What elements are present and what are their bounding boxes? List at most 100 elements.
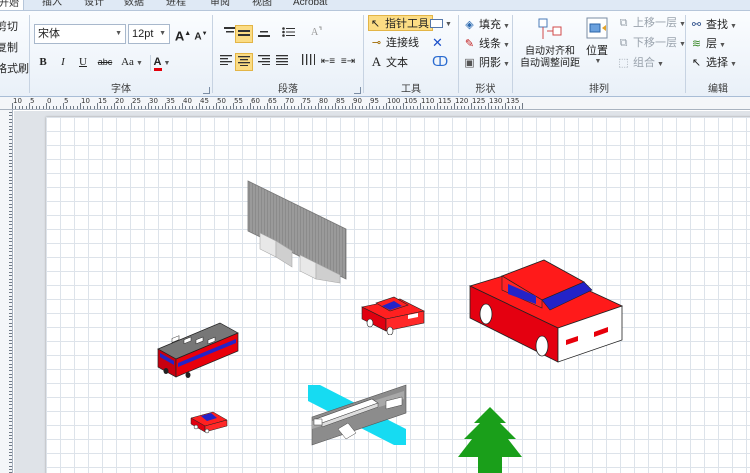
ruler-number: 100 xyxy=(387,97,401,105)
ruler-tick xyxy=(314,106,316,109)
bridge-shape[interactable] xyxy=(306,381,410,461)
ruler-number: 115 xyxy=(438,97,452,105)
justify-icon xyxy=(276,55,288,65)
ruler-tick xyxy=(120,106,122,109)
paragraph-group-label: 段落 xyxy=(278,84,298,95)
shadow-button[interactable]: ▣ 阴影 ▼ xyxy=(463,55,510,71)
select-button[interactable]: ↖ 选择 ▼ xyxy=(690,55,737,71)
ruler-tick xyxy=(9,190,12,192)
distribute-button[interactable] xyxy=(299,53,317,71)
font-dialog-launcher-icon[interactable] xyxy=(203,87,210,94)
ruler-tick xyxy=(331,106,333,109)
align-middle-button[interactable] xyxy=(235,25,253,43)
bring-forward-label: 上移一层 xyxy=(633,17,677,29)
align-right-button[interactable] xyxy=(255,53,273,71)
vertical-ruler[interactable] xyxy=(0,110,13,473)
ruler-tick xyxy=(297,106,299,109)
ruler-tick xyxy=(161,106,163,109)
tab-insert[interactable]: 插入 xyxy=(42,0,62,10)
underline-icon: U xyxy=(79,56,87,68)
bus-shape[interactable] xyxy=(156,319,240,381)
auto-align-button[interactable]: 自动对齐和 自动调整间距 xyxy=(515,15,585,79)
tree-shape[interactable] xyxy=(458,405,522,473)
change-case-button[interactable]: Aa ▼ xyxy=(118,53,146,71)
bullets-button[interactable] xyxy=(279,25,297,43)
ruler-tick xyxy=(9,292,12,294)
arrange-group-label: 排列 xyxy=(589,84,609,95)
connector-tool-button[interactable]: ⊸ 连接线 xyxy=(370,35,419,51)
ruler-tick xyxy=(9,316,12,317)
font-size-select[interactable]: 12pt ▼ xyxy=(128,24,170,44)
fill-button[interactable]: ◈ 填充 ▼ xyxy=(463,17,510,33)
ruler-tick xyxy=(9,203,12,205)
format-painter-button[interactable]: 格式刷 xyxy=(0,61,29,77)
distribute-icon xyxy=(301,54,315,65)
ruler-tick xyxy=(9,428,12,430)
align-left-button[interactable] xyxy=(217,53,235,71)
font-name-select[interactable]: 宋体 ▼ xyxy=(34,24,126,44)
ruler-tick xyxy=(9,173,12,175)
send-backward-button[interactable]: ⧉ 下移一层 ▼ xyxy=(617,35,686,51)
connection-point-button[interactable]: ↀ xyxy=(432,54,448,70)
horizontal-ruler[interactable]: 10 5 0 5 10 15 20 25 30 35 40 45 50 55 60 65 70 75 80 85 90 9… xyxy=(0,97,750,110)
drawing-canvas[interactable] xyxy=(14,111,750,473)
tab-data[interactable]: 数据 xyxy=(124,0,144,10)
ruler-tick xyxy=(9,217,12,219)
tiny-car-shape[interactable] xyxy=(189,408,229,434)
bring-forward-button[interactable]: ⧉ 上移一层 ▼ xyxy=(617,15,686,31)
align-bottom-button[interactable] xyxy=(255,25,273,43)
ruler-tick xyxy=(9,407,12,409)
ruler-tick xyxy=(9,333,12,334)
decrease-indent-button[interactable]: ⇤≡ xyxy=(319,53,337,71)
grow-font-button[interactable]: A▲ xyxy=(174,25,192,43)
tab-home[interactable]: 开始 xyxy=(0,0,24,10)
increase-indent-button[interactable]: ≡⇥ xyxy=(339,53,357,71)
ruler-tick xyxy=(9,302,12,304)
ruler-tick xyxy=(9,346,12,348)
copy-label: 复制 xyxy=(0,42,18,54)
tab-view[interactable]: 视图 xyxy=(252,0,272,10)
line-button[interactable]: ✎ 线条 ▼ xyxy=(463,36,510,52)
ruler-tick xyxy=(9,360,12,362)
small-car-shape[interactable] xyxy=(360,293,426,335)
text-tool-icon: A xyxy=(371,54,382,69)
tab-review[interactable]: 审阅 xyxy=(210,0,230,10)
ruler-tick xyxy=(9,377,12,379)
underline-button[interactable]: U xyxy=(74,53,92,71)
bold-button[interactable]: B xyxy=(34,53,52,71)
ruler-tick xyxy=(515,106,517,109)
pointer-tool-button[interactable]: ↖ 指针工具 xyxy=(368,15,433,31)
align-right-icon xyxy=(258,55,270,65)
close-button[interactable]: ✕ xyxy=(432,35,443,51)
copy-button[interactable]: 复制 xyxy=(0,40,18,56)
large-car-shape[interactable] xyxy=(466,256,628,364)
ruler-tick xyxy=(9,380,12,382)
paragraph-dialog-launcher-icon[interactable] xyxy=(354,87,361,94)
justify-button[interactable] xyxy=(273,53,291,71)
font-color-button[interactable]: A ▼ xyxy=(146,53,178,71)
align-center-button[interactable] xyxy=(235,53,253,71)
tab-process[interactable]: 进程 xyxy=(166,0,186,10)
tab-acrobat[interactable]: Acrobat xyxy=(293,0,327,10)
tab-design[interactable]: 设计 xyxy=(84,0,104,10)
billboard-shape[interactable] xyxy=(240,175,350,285)
ribbon: 剪切 复制 格式刷 宋体 ▼ 12pt ▼ A▲ A▼ B I U abc Aa ▼ … xyxy=(0,11,750,97)
text-tool-button[interactable]: A 文本 xyxy=(370,54,408,70)
cut-button[interactable]: 剪切 xyxy=(0,19,18,35)
chevron-down-icon: ▼ xyxy=(159,30,166,37)
layer-button[interactable]: ≋ 层 ▼ xyxy=(690,36,726,52)
align-bottom-icon xyxy=(258,31,270,37)
ruler-tick xyxy=(9,169,12,171)
italic-button[interactable]: I xyxy=(54,53,72,71)
group-button[interactable]: ⬚ 组合 ▼ xyxy=(617,55,664,71)
shrink-font-button[interactable]: A▼ xyxy=(192,25,210,43)
rectangle-tool-button[interactable]: ▼ xyxy=(430,15,454,31)
text-direction-button[interactable]: A xyxy=(307,25,325,43)
strikethrough-button[interactable]: abc xyxy=(94,53,116,71)
position-button[interactable]: 位置 ▼ xyxy=(585,15,609,79)
find-button[interactable]: ⚯ 查找 ▼ xyxy=(690,17,737,33)
ruler-tick xyxy=(396,106,398,109)
ruler-tick xyxy=(443,106,445,109)
ruler-tick xyxy=(32,106,34,109)
cut-label: 剪切 xyxy=(0,21,18,33)
